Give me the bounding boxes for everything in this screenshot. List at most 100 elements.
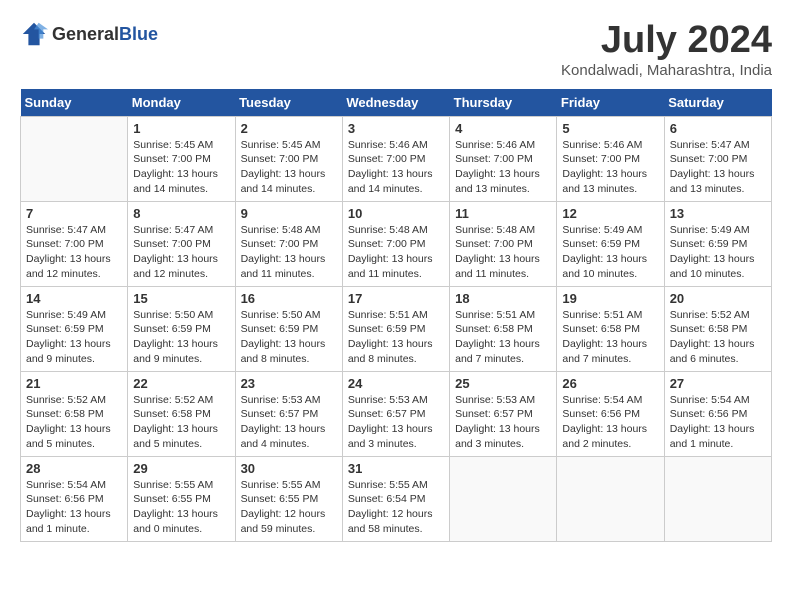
day-number: 11: [455, 206, 551, 221]
day-number: 29: [133, 461, 229, 476]
day-info: Sunrise: 5:46 AMSunset: 7:00 PMDaylight:…: [455, 138, 551, 197]
page-header: GeneralBlue July 2024 Kondalwadi, Mahara…: [20, 20, 772, 79]
calendar-cell: 21 Sunrise: 5:52 AMSunset: 6:58 PMDayligh…: [21, 371, 128, 456]
calendar-cell: 17 Sunrise: 5:51 AMSunset: 6:59 PMDayligh…: [342, 286, 449, 371]
day-info: Sunrise: 5:48 AMSunset: 7:00 PMDaylight:…: [455, 223, 551, 282]
header-monday: Monday: [128, 89, 235, 117]
calendar-cell: 26 Sunrise: 5:54 AMSunset: 6:56 PMDayligh…: [557, 371, 664, 456]
calendar-cell: 27 Sunrise: 5:54 AMSunset: 6:56 PMDayligh…: [664, 371, 771, 456]
day-info: Sunrise: 5:55 AMSunset: 6:55 PMDaylight:…: [241, 478, 337, 537]
day-info: Sunrise: 5:54 AMSunset: 6:56 PMDaylight:…: [670, 393, 766, 452]
day-info: Sunrise: 5:54 AMSunset: 6:56 PMDaylight:…: [562, 393, 658, 452]
calendar-cell: 2Sunrise: 5:45 AMSunset: 7:00 PMDaylight…: [235, 116, 342, 201]
header-tuesday: Tuesday: [235, 89, 342, 117]
calendar-cell: 7 Sunrise: 5:47 AMSunset: 7:00 PMDaylight…: [21, 201, 128, 286]
day-number: 26: [562, 376, 658, 391]
logo-icon: [20, 20, 48, 48]
day-info: Sunrise: 5:50 AMSunset: 6:59 PMDaylight:…: [241, 308, 337, 367]
day-number: 3: [348, 121, 444, 136]
day-number: 30: [241, 461, 337, 476]
day-info: Sunrise: 5:51 AMSunset: 6:59 PMDaylight:…: [348, 308, 444, 367]
day-info: Sunrise: 5:49 AMSunset: 6:59 PMDaylight:…: [26, 308, 122, 367]
calendar-cell: [557, 456, 664, 541]
day-info: Sunrise: 5:50 AMSunset: 6:59 PMDaylight:…: [133, 308, 229, 367]
day-info: Sunrise: 5:52 AMSunset: 6:58 PMDaylight:…: [26, 393, 122, 452]
day-number: 31: [348, 461, 444, 476]
header-saturday: Saturday: [664, 89, 771, 117]
day-info: Sunrise: 5:51 AMSunset: 6:58 PMDaylight:…: [455, 308, 551, 367]
calendar-cell: 6 Sunrise: 5:47 AMSunset: 7:00 PMDaylight…: [664, 116, 771, 201]
header-friday: Friday: [557, 89, 664, 117]
calendar-week-4: 21 Sunrise: 5:52 AMSunset: 6:58 PMDayligh…: [21, 371, 772, 456]
calendar-week-3: 14 Sunrise: 5:49 AMSunset: 6:59 PMDayligh…: [21, 286, 772, 371]
calendar-cell: 22 Sunrise: 5:52 AMSunset: 6:58 PMDayligh…: [128, 371, 235, 456]
logo: GeneralBlue: [20, 20, 158, 48]
day-info: Sunrise: 5:47 AMSunset: 7:00 PMDaylight:…: [670, 138, 766, 197]
header-wednesday: Wednesday: [342, 89, 449, 117]
calendar-cell: 9Sunrise: 5:48 AMSunset: 7:00 PMDaylight…: [235, 201, 342, 286]
calendar-cell: 25 Sunrise: 5:53 AMSunset: 6:57 PMDayligh…: [450, 371, 557, 456]
day-info: Sunrise: 5:53 AMSunset: 6:57 PMDaylight:…: [241, 393, 337, 452]
calendar-cell: 18 Sunrise: 5:51 AMSunset: 6:58 PMDayligh…: [450, 286, 557, 371]
day-info: Sunrise: 5:46 AMSunset: 7:00 PMDaylight:…: [562, 138, 658, 197]
day-info: Sunrise: 5:51 AMSunset: 6:58 PMDaylight:…: [562, 308, 658, 367]
logo-text: GeneralBlue: [52, 24, 158, 45]
day-info: Sunrise: 5:52 AMSunset: 6:58 PMDaylight:…: [670, 308, 766, 367]
day-info: Sunrise: 5:55 AMSunset: 6:54 PMDaylight:…: [348, 478, 444, 537]
calendar-cell: 4Sunrise: 5:46 AMSunset: 7:00 PMDaylight…: [450, 116, 557, 201]
calendar-cell: 29Sunrise: 5:55 AMSunset: 6:55 PMDayligh…: [128, 456, 235, 541]
calendar-cell: 5Sunrise: 5:46 AMSunset: 7:00 PMDaylight…: [557, 116, 664, 201]
day-info: Sunrise: 5:48 AMSunset: 7:00 PMDaylight:…: [241, 223, 337, 282]
calendar-cell: 20Sunrise: 5:52 AMSunset: 6:58 PMDayligh…: [664, 286, 771, 371]
day-number: 25: [455, 376, 551, 391]
calendar-cell: 15 Sunrise: 5:50 AMSunset: 6:59 PMDayligh…: [128, 286, 235, 371]
calendar-cell: [21, 116, 128, 201]
calendar-cell: 24Sunrise: 5:53 AMSunset: 6:57 PMDayligh…: [342, 371, 449, 456]
day-number: 2: [241, 121, 337, 136]
day-number: 7: [26, 206, 122, 221]
day-number: 21: [26, 376, 122, 391]
calendar-cell: 3Sunrise: 5:46 AMSunset: 7:00 PMDaylight…: [342, 116, 449, 201]
calendar-cell: 8Sunrise: 5:47 AMSunset: 7:00 PMDaylight…: [128, 201, 235, 286]
day-info: Sunrise: 5:52 AMSunset: 6:58 PMDaylight:…: [133, 393, 229, 452]
calendar-cell: 10Sunrise: 5:48 AMSunset: 7:00 PMDayligh…: [342, 201, 449, 286]
day-number: 1: [133, 121, 229, 136]
day-number: 18: [455, 291, 551, 306]
day-number: 27: [670, 376, 766, 391]
day-number: 10: [348, 206, 444, 221]
calendar-table: Sunday Monday Tuesday Wednesday Thursday…: [20, 89, 772, 542]
header-sunday: Sunday: [21, 89, 128, 117]
day-number: 15: [133, 291, 229, 306]
day-number: 22: [133, 376, 229, 391]
title-block: July 2024 Kondalwadi, Maharashtra, India: [561, 20, 772, 79]
day-number: 14: [26, 291, 122, 306]
calendar-cell: 31 Sunrise: 5:55 AMSunset: 6:54 PMDayligh…: [342, 456, 449, 541]
day-info: Sunrise: 5:53 AMSunset: 6:57 PMDaylight:…: [455, 393, 551, 452]
calendar-week-1: 1 Sunrise: 5:45 AMSunset: 7:00 PMDaylight…: [21, 116, 772, 201]
day-number: 17: [348, 291, 444, 306]
day-info: Sunrise: 5:54 AMSunset: 6:56 PMDaylight:…: [26, 478, 122, 537]
calendar-title: July 2024: [561, 20, 772, 62]
day-number: 28: [26, 461, 122, 476]
day-info: Sunrise: 5:45 AMSunset: 7:00 PMDaylight:…: [133, 138, 229, 197]
day-number: 6: [670, 121, 766, 136]
day-info: Sunrise: 5:49 AMSunset: 6:59 PMDaylight:…: [562, 223, 658, 282]
day-info: Sunrise: 5:47 AMSunset: 7:00 PMDaylight:…: [26, 223, 122, 282]
day-number: 16: [241, 291, 337, 306]
calendar-cell: 19 Sunrise: 5:51 AMSunset: 6:58 PMDayligh…: [557, 286, 664, 371]
calendar-cell: 13Sunrise: 5:49 AMSunset: 6:59 PMDayligh…: [664, 201, 771, 286]
calendar-cell: [664, 456, 771, 541]
day-info: Sunrise: 5:49 AMSunset: 6:59 PMDaylight:…: [670, 223, 766, 282]
header-thursday: Thursday: [450, 89, 557, 117]
calendar-week-5: 28 Sunrise: 5:54 AMSunset: 6:56 PMDayligh…: [21, 456, 772, 541]
calendar-cell: 12Sunrise: 5:49 AMSunset: 6:59 PMDayligh…: [557, 201, 664, 286]
day-number: 23: [241, 376, 337, 391]
calendar-cell: 11 Sunrise: 5:48 AMSunset: 7:00 PMDayligh…: [450, 201, 557, 286]
weekday-header-row: Sunday Monday Tuesday Wednesday Thursday…: [21, 89, 772, 117]
calendar-cell: 30 Sunrise: 5:55 AMSunset: 6:55 PMDayligh…: [235, 456, 342, 541]
day-info: Sunrise: 5:53 AMSunset: 6:57 PMDaylight:…: [348, 393, 444, 452]
calendar-cell: 28 Sunrise: 5:54 AMSunset: 6:56 PMDayligh…: [21, 456, 128, 541]
day-number: 19: [562, 291, 658, 306]
calendar-cell: 16 Sunrise: 5:50 AMSunset: 6:59 PMDayligh…: [235, 286, 342, 371]
calendar-cell: [450, 456, 557, 541]
